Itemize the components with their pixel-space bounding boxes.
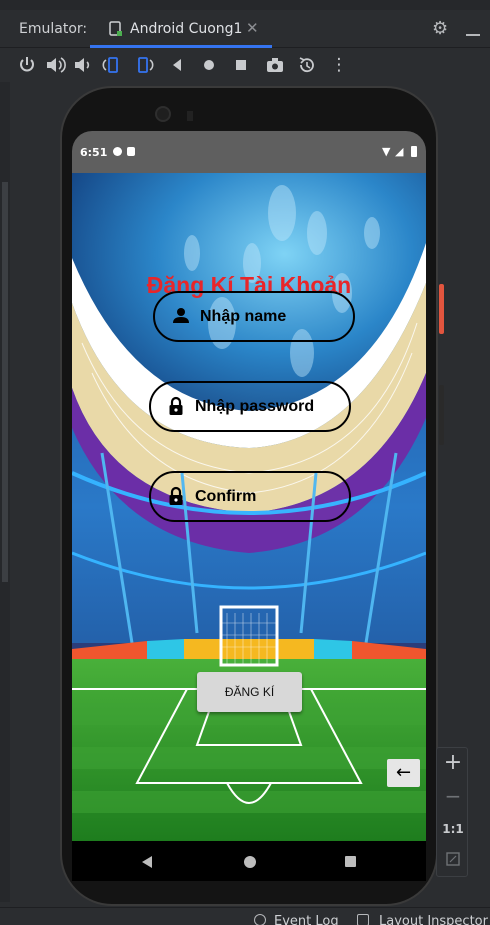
tab-android-cuong1[interactable]: Android Cuong1 ✕ — [90, 10, 272, 48]
nav-recents-icon[interactable] — [345, 856, 356, 867]
event-log-link[interactable]: Event Log — [274, 914, 339, 925]
front-camera — [155, 106, 171, 122]
more-options-icon[interactable]: ⋮ — [328, 54, 350, 76]
android-status-bar: 6:51 ▼ ◢ — [72, 131, 426, 173]
minimize-icon[interactable] — [466, 34, 480, 36]
power-side-button[interactable] — [439, 284, 444, 334]
wifi-icon: ▼ — [382, 145, 391, 158]
rotate-left-icon[interactable] — [100, 54, 122, 76]
layout-inspector-link[interactable]: Layout Inspector — [379, 914, 488, 925]
android-nav-bar — [72, 841, 426, 881]
rotate-right-icon[interactable] — [134, 54, 156, 76]
power-icon[interactable] — [16, 54, 38, 76]
window-top-strip — [0, 0, 490, 10]
tool-window-label: Emulator: — [19, 21, 88, 37]
event-log-icon — [254, 914, 266, 925]
volume-up-icon[interactable] — [44, 54, 66, 76]
gutter-scroll[interactable] — [2, 182, 8, 582]
zoom-controls: + − 1:1 — [436, 747, 468, 877]
home-icon[interactable] — [198, 54, 220, 76]
nav-back-icon[interactable] — [142, 856, 152, 868]
status-time: 6:51 — [80, 146, 108, 159]
volume-side-button[interactable] — [439, 385, 444, 445]
confirm-placeholder: Confirm — [195, 488, 257, 505]
fit-screen-icon[interactable] — [446, 852, 460, 866]
device-screen: 6:51 ▼ ◢ Đăng Kí Tài Khoản Nhập name Nhậ… — [72, 131, 426, 881]
device-tab-title: Android Cuong1 — [130, 21, 243, 37]
actual-size-button[interactable]: 1:1 — [437, 822, 469, 836]
battery-icon — [411, 146, 417, 157]
lock-icon — [169, 486, 183, 505]
emulator-toolbar: ⋮ — [0, 48, 490, 82]
person-icon — [173, 308, 189, 323]
sd-card-icon — [127, 147, 135, 156]
ide-status-bar: Event Log Layout Inspector — [0, 907, 490, 925]
register-button[interactable]: ĐĂNG KÍ — [197, 672, 302, 712]
name-input[interactable]: Nhập name — [153, 291, 355, 342]
nav-home-icon[interactable] — [244, 856, 256, 868]
gear-icon[interactable]: ⚙ — [432, 18, 448, 39]
password-input[interactable]: Nhập password — [149, 381, 351, 432]
layout-inspector-icon — [357, 914, 369, 925]
sensor — [187, 111, 193, 121]
volume-down-icon[interactable] — [72, 54, 94, 76]
zoom-out-icon[interactable]: − — [437, 784, 469, 808]
back-icon[interactable] — [166, 54, 188, 76]
zoom-in-icon[interactable]: + — [437, 750, 469, 775]
lock-icon — [169, 396, 183, 415]
name-placeholder: Nhập name — [200, 308, 287, 325]
notification-icon — [113, 147, 122, 156]
snapshot-icon[interactable] — [296, 54, 318, 76]
device-icon — [109, 21, 122, 36]
password-placeholder: Nhập password — [195, 398, 315, 415]
app-content: Đăng Kí Tài Khoản Nhập name Nhập passwor… — [72, 173, 426, 841]
confirm-password-input[interactable]: Confirm — [149, 471, 351, 522]
arrow-left-icon[interactable]: ← — [387, 759, 420, 787]
signal-icon: ◢ — [395, 145, 404, 158]
close-tab-icon[interactable]: ✕ — [246, 19, 259, 37]
emulator-tool-window-header: Emulator: Android Cuong1 ✕ ⚙ — [0, 10, 490, 48]
camera-icon[interactable] — [264, 54, 286, 76]
overview-icon[interactable] — [230, 54, 252, 76]
left-gutter — [0, 82, 10, 902]
